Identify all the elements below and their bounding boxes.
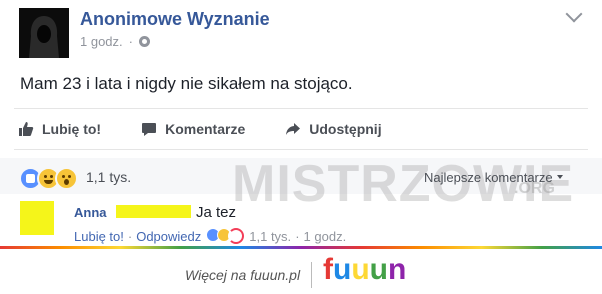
- page-avatar[interactable]: [19, 8, 69, 58]
- wow-icon: [55, 167, 78, 190]
- thumbs-up-icon: [19, 122, 34, 136]
- divider: [14, 108, 588, 109]
- footer-link[interactable]: Więcej na fuuun.pl: [185, 267, 300, 283]
- logo-letter: f: [323, 253, 333, 286]
- reaction-icons[interactable]: [19, 167, 78, 190]
- hooded-figure-icon: [19, 8, 69, 58]
- logo-letter: u: [351, 253, 370, 286]
- post-time[interactable]: 1 godz.: [80, 34, 123, 49]
- comment-text: Ja tez: [196, 204, 237, 221]
- comment-avatar[interactable]: [20, 201, 54, 235]
- logo-letter: u: [369, 253, 388, 286]
- post-card: Anonimowe Wyznanie 1 godz. · Mam 23 i la…: [0, 0, 602, 246]
- like-label: Lubię to!: [42, 121, 102, 137]
- comment-reactions-count[interactable]: 1,1 tys.: [249, 229, 291, 244]
- footer-separator: [311, 262, 312, 288]
- comment-author[interactable]: Anna: [74, 205, 107, 220]
- meta-separator: ·: [128, 34, 133, 49]
- meta-separator: ·: [295, 228, 300, 244]
- fuuun-logo[interactable]: f u u u n: [323, 255, 406, 285]
- share-button[interactable]: Udostępnij: [285, 121, 382, 137]
- post-author[interactable]: Anonimowe Wyznanie: [80, 9, 270, 30]
- logo-letter: n: [387, 253, 407, 286]
- redaction-bar: [116, 205, 191, 218]
- share-label: Udostępnij: [309, 121, 382, 137]
- comment-sort-dropdown[interactable]: Najlepsze komentarze: [424, 170, 563, 185]
- comment-icon: [142, 123, 157, 136]
- love-icon: [228, 228, 245, 244]
- footer: [0, 249, 602, 294]
- post-text: Mam 23 i lata i nigdy nie sikałem na sto…: [20, 74, 353, 93]
- share-icon: [286, 123, 301, 135]
- logo-letter: u: [333, 253, 352, 286]
- like-button[interactable]: Lubię to!: [18, 121, 101, 137]
- comment-reaction-icons[interactable]: [206, 228, 245, 244]
- divider: [14, 149, 588, 150]
- comment-meta: Lubię to! · Odpowiedz 1,1 tys. · 1 godz.: [74, 228, 346, 244]
- comment-reply-link[interactable]: Odpowiedz: [136, 229, 201, 244]
- globe-icon[interactable]: [139, 36, 150, 47]
- reactions-count[interactable]: 1,1 tys.: [86, 169, 131, 185]
- comment-like-link[interactable]: Lubię to!: [74, 229, 124, 244]
- comment-button[interactable]: Komentarze: [141, 121, 245, 137]
- comment-label: Komentarze: [165, 121, 246, 137]
- chevron-down-icon[interactable]: [565, 5, 583, 23]
- post-actions: Lubię to! Komentarze Udostępnij: [18, 118, 578, 140]
- comment-time[interactable]: 1 godz.: [304, 229, 347, 244]
- post-meta: 1 godz. ·: [80, 34, 150, 49]
- meta-separator: ·: [127, 228, 133, 244]
